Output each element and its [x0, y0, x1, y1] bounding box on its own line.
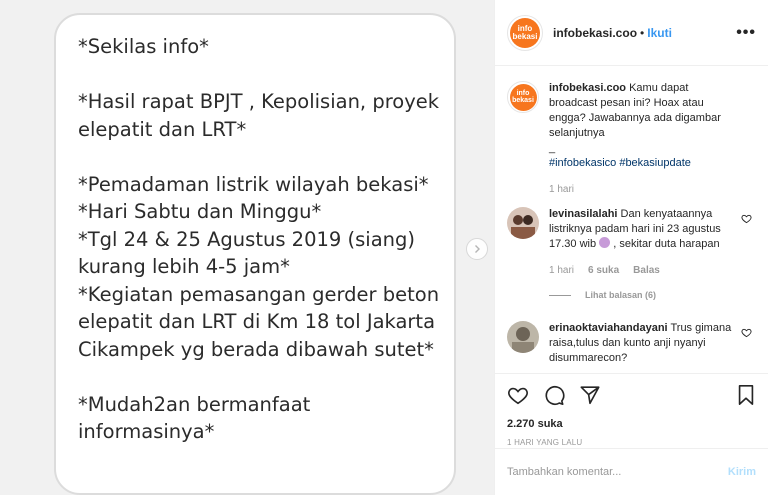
avatar[interactable]: info bekasi	[507, 14, 543, 51]
comment-meta: 1 hari 6 suka Balas	[549, 263, 734, 278]
user-photo	[507, 321, 539, 353]
caption-underscore: _	[549, 142, 556, 154]
avatar-logo: info bekasi	[510, 17, 540, 48]
caption-body: infobekasi.coo Kamu dapat broadcast pesa…	[549, 81, 756, 197]
comment-likes[interactable]: 6 suka	[588, 263, 619, 278]
follow-button[interactable]: Ikuti	[647, 26, 672, 40]
comment-row: levinasilalahi Dan kenyataannya listrikn…	[507, 207, 756, 303]
caption-hashtags[interactable]: #infobekasico #bekasiupdate	[549, 157, 691, 169]
avatar-text-top: info	[516, 90, 530, 97]
woman-emoji-icon	[599, 237, 611, 248]
comment-icon[interactable]	[543, 384, 565, 406]
chevron-right-icon	[475, 245, 480, 253]
comment-body: levinasilalahi Dan kenyataannya listrikn…	[549, 207, 756, 303]
caption-username-link[interactable]: infobekasi.coo	[549, 82, 626, 94]
likes-count[interactable]: 2.270 suka	[507, 418, 756, 430]
bookmark-icon[interactable]	[736, 384, 756, 406]
avatar-text-bottom: bekasi	[512, 97, 534, 104]
comment-body: erinaoktaviahandayani Trus gimana raisa,…	[549, 321, 756, 366]
next-image-button[interactable]	[466, 238, 488, 260]
avatar[interactable]	[507, 207, 539, 239]
heart-icon[interactable]	[741, 327, 752, 338]
avatar-text-bottom: bekasi	[512, 31, 538, 41]
avatar[interactable]: info bekasi	[507, 81, 539, 113]
view-replies-label: Lihat balasan (6)	[585, 290, 657, 300]
caption-row: info bekasi infobekasi.coo Kamu dapat br…	[507, 81, 756, 197]
comment-text-after: , sekitar duta harapan	[613, 238, 720, 250]
caption-time[interactable]: 1 hari	[549, 182, 574, 197]
comments-list[interactable]: info bekasi infobekasi.coo Kamu dapat br…	[495, 67, 768, 373]
header-username-link[interactable]: infobekasi.coo	[553, 26, 637, 40]
post-comment-button[interactable]: Kirim	[728, 466, 756, 478]
heart-icon[interactable]	[507, 384, 529, 406]
post-image-text: *Sekilas info* *Hasil rapat BPJT , Kepol…	[78, 35, 440, 443]
post-image-card: *Sekilas info* *Hasil rapat BPJT , Kepol…	[54, 13, 456, 495]
share-icon[interactable]	[579, 384, 601, 406]
avatar[interactable]	[507, 321, 539, 353]
heart-icon[interactable]	[741, 213, 752, 224]
add-comment-bar: Kirim	[495, 448, 768, 495]
post-details-panel: info bekasi infobekasi.coo • Ikuti ••• i…	[494, 0, 768, 495]
comment-username-link[interactable]: levinasilalahi	[549, 208, 617, 220]
view-replies-button[interactable]: Lihat balasan (6)	[549, 288, 734, 303]
divider-line	[549, 295, 571, 296]
post-image-area: *Sekilas info* *Hasil rapat BPJT , Kepol…	[0, 0, 494, 495]
separator-dot: •	[640, 25, 645, 40]
caption-meta: 1 hari	[549, 182, 734, 197]
post-date[interactable]: 1 HARI YANG LALU	[507, 438, 756, 447]
user-photo	[507, 207, 539, 239]
action-icons	[507, 384, 756, 406]
post-header: info bekasi infobekasi.coo • Ikuti •••	[495, 0, 768, 66]
comment-time[interactable]: 1 hari	[549, 263, 574, 278]
avatar-logo: info bekasi	[509, 83, 537, 111]
more-options-button[interactable]: •••	[736, 24, 756, 42]
comment-input[interactable]	[507, 466, 728, 478]
reply-button[interactable]: Balas	[633, 263, 660, 278]
post-actions: 2.270 suka 1 HARI YANG LALU	[495, 373, 768, 447]
comment-username-link[interactable]: erinaoktaviahandayani	[549, 322, 668, 334]
comment-row: erinaoktaviahandayani Trus gimana raisa,…	[507, 321, 756, 366]
